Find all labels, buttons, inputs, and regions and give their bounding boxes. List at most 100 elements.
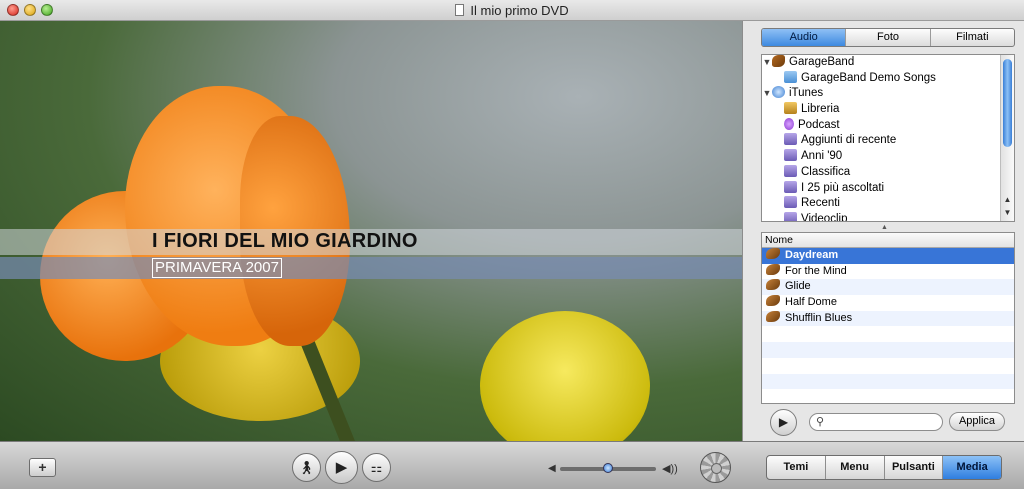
subtitle-band [0,257,742,279]
song-row[interactable]: Shufflin Blues [762,310,1014,327]
tab-menu[interactable]: Menu [826,456,885,479]
volume-slider-knob[interactable] [603,463,613,473]
apply-button[interactable]: Applica [949,412,1005,431]
tree-item-recenti[interactable]: Recenti [762,196,1014,212]
empty-row [762,389,1014,403]
volume-high-icon: ◀)) [662,463,678,475]
add-button[interactable]: + [29,458,56,477]
menu-preview[interactable]: I FIORI DEL MIO GIARDINO PRIMAVERA 2007 … [0,21,742,441]
tab-audio[interactable]: Audio [762,29,847,46]
guitar-icon [766,295,780,307]
tree-item-label: GarageBand [789,56,855,68]
tree-item-label: Podcast [798,118,840,131]
tab-filmati[interactable]: Filmati [931,29,1014,46]
guitar-icon [766,263,780,275]
empty-row [762,326,1014,342]
motion-button[interactable]: 🚶︎ [292,453,321,482]
smart-playlist-icon [784,164,797,177]
media-type-tabs: Audio Foto Filmati [761,28,1015,47]
tree-item-label: Recenti [801,197,840,210]
smart-playlist-icon [784,133,797,146]
search-input[interactable] [830,415,938,429]
play-preview-button[interactable]: ▶ [770,409,797,436]
tree-item-classifica[interactable]: Classifica [762,164,1014,181]
tree-item-label: Anni '90 [801,150,843,163]
map-view-button[interactable]: ⚏ [362,453,391,482]
tree-item-anni-90[interactable]: Anni '90 [762,149,1014,165]
guitar-icon [772,55,785,67]
scroll-up-arrow-icon[interactable]: ▲ [1002,195,1013,204]
tree-item-itunes[interactable]: ▼ iTunes [762,86,1014,102]
tab-pulsanti[interactable]: Pulsanti [885,456,944,479]
document-icon [455,4,465,16]
song-row[interactable]: Glide [762,279,1014,296]
window-title-text: Il mio primo DVD [470,3,569,18]
song-title: Daydream [785,249,839,261]
empty-row [762,373,1014,390]
song-row[interactable]: Half Dome [762,295,1014,311]
tree-item-label: Aggiunti di recente [801,134,897,147]
background-tulip-yellow-2 [480,311,650,441]
scroll-down-arrow-icon[interactable]: ▼ [1002,208,1013,217]
tree-item-i-25-piu-ascoltati[interactable]: I 25 più ascoltati [762,180,1014,197]
disclosure-triangle-icon[interactable]: ▼ [762,86,772,102]
disclosure-triangle-icon[interactable]: ▼ [762,55,772,71]
column-header-nome[interactable]: Nome [762,233,1014,248]
smart-playlist-icon [784,211,797,221]
play-button[interactable]: ▶ [325,451,358,484]
library-icon [784,102,797,115]
walking-person-icon: 🚶︎ [298,460,315,475]
dvd-menu-subtitle-button[interactable]: PRIMAVERA 2007 [152,258,282,278]
tab-foto[interactable]: Foto [846,29,931,46]
tree-item-label: GarageBand Demo Songs [801,71,936,84]
tab-temi[interactable]: Temi [767,456,826,479]
play-icon: ▶ [335,459,348,476]
empty-row [762,358,1014,374]
song-title: For the Mind [785,264,847,277]
tree-item-label: Videoclip [801,212,848,222]
guitar-icon [766,310,780,322]
play-icon: ▶ [778,415,789,429]
media-panel: Audio Foto Filmati ▼ GarageBand GarageBan… [742,21,1024,441]
source-tree-scrollbar[interactable]: ▲ ▼ [1000,55,1014,221]
guitar-icon [766,279,780,291]
podcast-icon [784,117,794,130]
song-title: Half Dome [785,296,837,309]
plus-icon: + [38,459,47,475]
guitar-icon [766,248,780,259]
itunes-icon [772,86,785,99]
hierarchy-icon: ⚏ [370,460,383,475]
song-title: Glide [785,280,811,293]
dvd-menu-title[interactable]: I FIORI DEL MIO GIARDINO [152,230,418,253]
tree-item-videoclip[interactable]: Videoclip [762,211,1014,222]
editor-mode-tabs: Temi Menu Pulsanti Media [766,455,1002,480]
bottom-toolbar: + 🚶︎ ▶ ⚏ ◀ ◀)) Temi Menu Pulsanti Media [0,441,1024,489]
scrollbar-thumb[interactable] [1003,59,1012,147]
tree-item-label: Classifica [801,165,851,178]
song-row[interactable]: For the Mind [762,263,1014,280]
tree-item-aggiunti-di-recente[interactable]: Aggiunti di recente [762,133,1014,149]
source-tree: ▼ GarageBand GarageBand Demo Songs ▼ iTune… [761,54,1015,222]
song-row[interactable]: Daydream [762,248,1014,264]
smart-playlist-icon [784,196,797,209]
smart-playlist-icon [784,180,797,193]
apple-logo-icon [664,386,694,418]
split-view-handle[interactable]: ▲ [881,224,888,231]
smart-playlist-icon [784,149,797,162]
empty-row [762,342,1014,358]
tree-item-libreria[interactable]: Libreria [762,102,1014,118]
search-icon: ⚲ [816,416,825,428]
song-title: Shufflin Blues [785,311,853,324]
tree-item-label: iTunes [789,87,824,100]
tree-item-label: I 25 più ascoltati [801,181,885,194]
burn-disc-button[interactable] [700,452,731,483]
volume-low-icon: ◀ [548,463,556,474]
tree-item-garageband[interactable]: ▼ GarageBand [762,55,1014,71]
tree-item-label: Libreria [801,103,840,116]
tree-item-podcast[interactable]: Podcast [762,117,1014,134]
tree-item-garageband-demo-songs[interactable]: GarageBand Demo Songs [762,70,1014,87]
window-title: Il mio primo DVD [0,3,1024,18]
title-bar: Il mio primo DVD [0,0,1024,21]
search-field[interactable]: ⚲ [809,413,943,431]
tab-media[interactable]: Media [943,456,1001,479]
